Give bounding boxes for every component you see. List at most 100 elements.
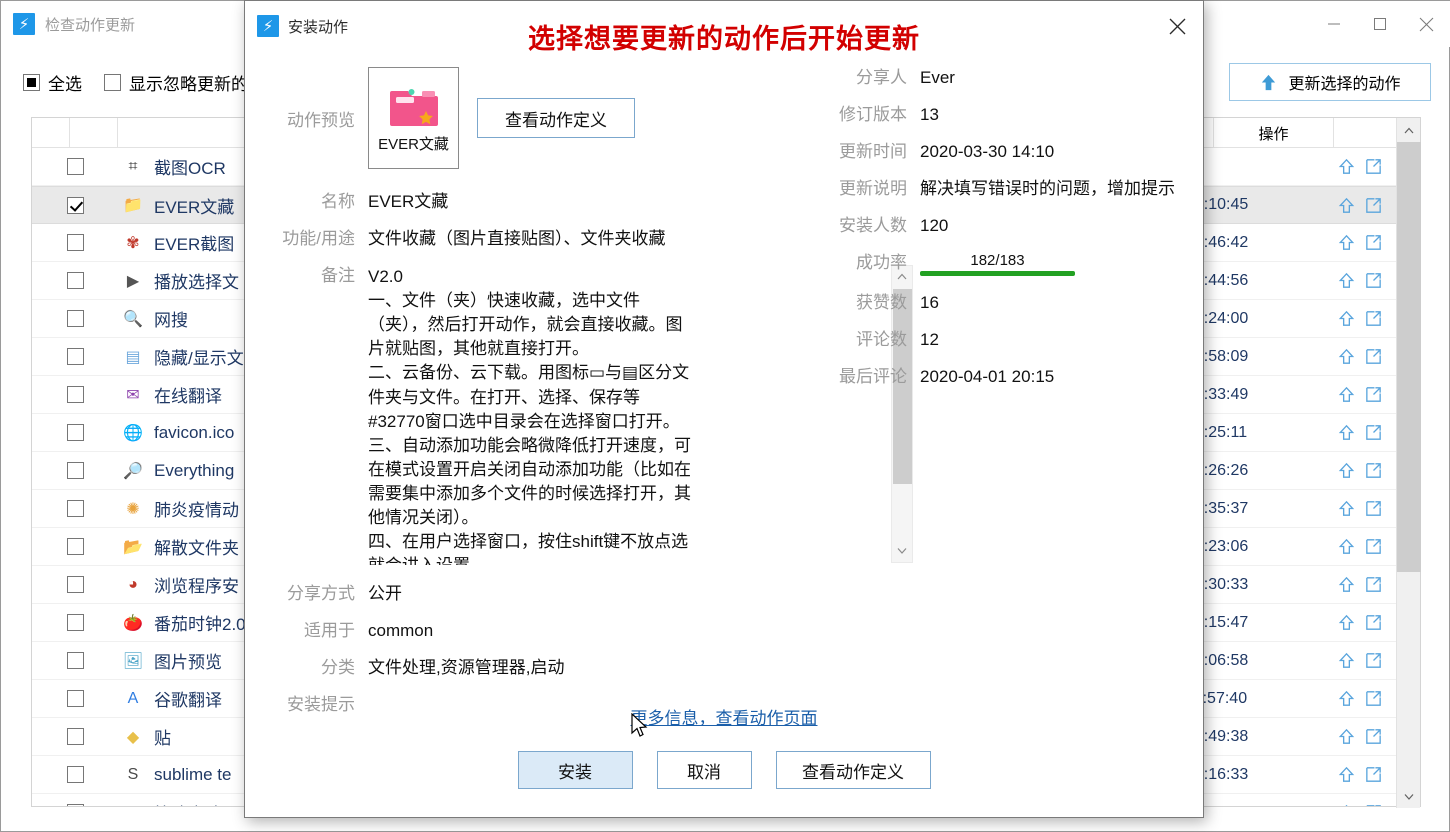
row-checkbox-cell[interactable]: [32, 234, 118, 251]
up-arrow-icon[interactable]: [1337, 765, 1356, 784]
row-checkbox[interactable]: [66, 310, 84, 327]
row-checkbox[interactable]: [66, 804, 84, 806]
view-definition-button-bottom[interactable]: 查看动作定义: [775, 751, 931, 789]
scrollbar-thumb[interactable]: [1397, 142, 1421, 572]
row-checkbox-cell[interactable]: [32, 386, 118, 403]
open-external-icon[interactable]: [1364, 271, 1383, 290]
scroll-down-icon[interactable]: [1397, 784, 1421, 808]
row-checkbox-cell[interactable]: [32, 500, 118, 517]
row-checkbox[interactable]: [66, 652, 84, 669]
up-arrow-icon[interactable]: [1337, 689, 1356, 708]
row-checkbox[interactable]: [66, 462, 84, 479]
row-checkbox-cell[interactable]: [32, 424, 118, 441]
up-arrow-icon[interactable]: [1337, 575, 1356, 594]
up-arrow-icon[interactable]: [1337, 233, 1356, 252]
scroll-up-icon[interactable]: [1397, 118, 1421, 142]
view-definition-button-top[interactable]: 查看动作定义: [477, 98, 635, 138]
open-external-icon[interactable]: [1364, 765, 1383, 784]
update-time-label: 更新时间: [839, 141, 907, 161]
install-count-value: 120: [920, 215, 949, 235]
row-checkbox[interactable]: [66, 234, 84, 251]
row-checkbox-cell[interactable]: [32, 462, 118, 479]
row-checkbox[interactable]: [66, 690, 84, 707]
notes-scroll-region[interactable]: V2.0 一、文件（夹）快速收藏，选中文件（夹），然后打开动作，就会直接收藏。图…: [355, 264, 913, 565]
install-button[interactable]: 安装: [517, 751, 633, 789]
row-checkbox-cell[interactable]: [32, 348, 118, 365]
row-checkbox[interactable]: [66, 766, 84, 783]
header-operation[interactable]: 操作: [1214, 118, 1334, 148]
row-checkbox[interactable]: [66, 728, 84, 745]
comments-value: 12: [920, 329, 939, 349]
open-external-icon[interactable]: [1364, 803, 1383, 806]
row-checkbox[interactable]: [66, 158, 84, 175]
open-external-icon[interactable]: [1364, 233, 1383, 252]
open-external-icon[interactable]: [1364, 613, 1383, 632]
open-external-icon[interactable]: [1364, 727, 1383, 746]
cancel-button[interactable]: 取消: [656, 751, 752, 789]
revision-value: 13: [920, 104, 939, 124]
open-external-icon[interactable]: [1364, 499, 1383, 518]
show-ignored-checkbox[interactable]: 显示忽略更新的: [104, 70, 248, 95]
open-external-icon[interactable]: [1364, 537, 1383, 556]
row-checkbox[interactable]: [66, 576, 84, 593]
row-checkbox[interactable]: [66, 500, 84, 517]
up-arrow-icon[interactable]: [1337, 499, 1356, 518]
revision-label: 修订版本: [839, 104, 907, 124]
open-external-icon[interactable]: [1364, 309, 1383, 328]
row-checkbox-cell[interactable]: [32, 614, 118, 631]
row-checkbox-cell[interactable]: [32, 310, 118, 327]
close-icon[interactable]: [1151, 1, 1203, 51]
row-checkbox[interactable]: [66, 424, 84, 441]
up-arrow-icon[interactable]: [1337, 461, 1356, 480]
row-checkbox-cell[interactable]: [32, 728, 118, 745]
row-checkbox-cell[interactable]: [32, 804, 118, 806]
row-checkbox[interactable]: [66, 386, 84, 403]
open-external-icon[interactable]: [1364, 196, 1383, 215]
open-external-icon[interactable]: [1364, 423, 1383, 442]
row-checkbox-cell[interactable]: [32, 766, 118, 783]
row-checkbox-cell[interactable]: [32, 652, 118, 669]
row-checkbox-cell[interactable]: [32, 158, 118, 175]
bolt-icon: ⚡: [13, 13, 35, 35]
open-external-icon[interactable]: [1364, 157, 1383, 176]
table-scrollbar[interactable]: [1396, 118, 1421, 808]
up-arrow-icon[interactable]: [1337, 385, 1356, 404]
select-all-checkbox[interactable]: 全选: [23, 70, 82, 95]
up-arrow-icon[interactable]: [1337, 613, 1356, 632]
row-checkbox[interactable]: [66, 272, 84, 289]
show-ignored-box[interactable]: [104, 73, 121, 91]
up-arrow-icon[interactable]: [1337, 157, 1356, 176]
up-arrow-icon[interactable]: [1337, 727, 1356, 746]
update-selected-button[interactable]: 更新选择的动作: [1229, 63, 1431, 101]
more-info-link[interactable]: 更多信息，查看动作页面: [245, 704, 1203, 729]
row-checkbox[interactable]: [66, 196, 84, 214]
field-revision: 修订版本 13: [815, 104, 1205, 127]
row-checkbox[interactable]: [66, 614, 84, 631]
minimize-icon[interactable]: [1311, 1, 1357, 47]
open-external-icon[interactable]: [1364, 461, 1383, 480]
row-checkbox[interactable]: [66, 348, 84, 365]
row-checkbox-cell[interactable]: [32, 196, 118, 214]
up-arrow-icon[interactable]: [1337, 196, 1356, 215]
up-arrow-icon[interactable]: [1337, 803, 1356, 806]
open-external-icon[interactable]: [1364, 575, 1383, 594]
up-arrow-icon[interactable]: [1337, 651, 1356, 670]
open-external-icon[interactable]: [1364, 689, 1383, 708]
row-checkbox-cell[interactable]: [32, 538, 118, 555]
up-arrow-icon[interactable]: [1337, 537, 1356, 556]
select-all-box[interactable]: [23, 73, 40, 91]
open-external-icon[interactable]: [1364, 347, 1383, 366]
up-arrow-icon[interactable]: [1337, 309, 1356, 328]
row-checkbox[interactable]: [66, 538, 84, 555]
row-checkbox-cell[interactable]: [32, 272, 118, 289]
notes-scroll-down-icon[interactable]: [892, 540, 912, 562]
row-checkbox-cell[interactable]: [32, 576, 118, 593]
up-arrow-icon[interactable]: [1337, 423, 1356, 442]
row-checkbox-cell[interactable]: [32, 690, 118, 707]
open-external-icon[interactable]: [1364, 385, 1383, 404]
up-arrow-icon[interactable]: [1337, 347, 1356, 366]
open-external-icon[interactable]: [1364, 651, 1383, 670]
up-arrow-icon[interactable]: [1337, 271, 1356, 290]
close-icon[interactable]: [1403, 1, 1449, 47]
maximize-icon[interactable]: [1357, 1, 1403, 47]
